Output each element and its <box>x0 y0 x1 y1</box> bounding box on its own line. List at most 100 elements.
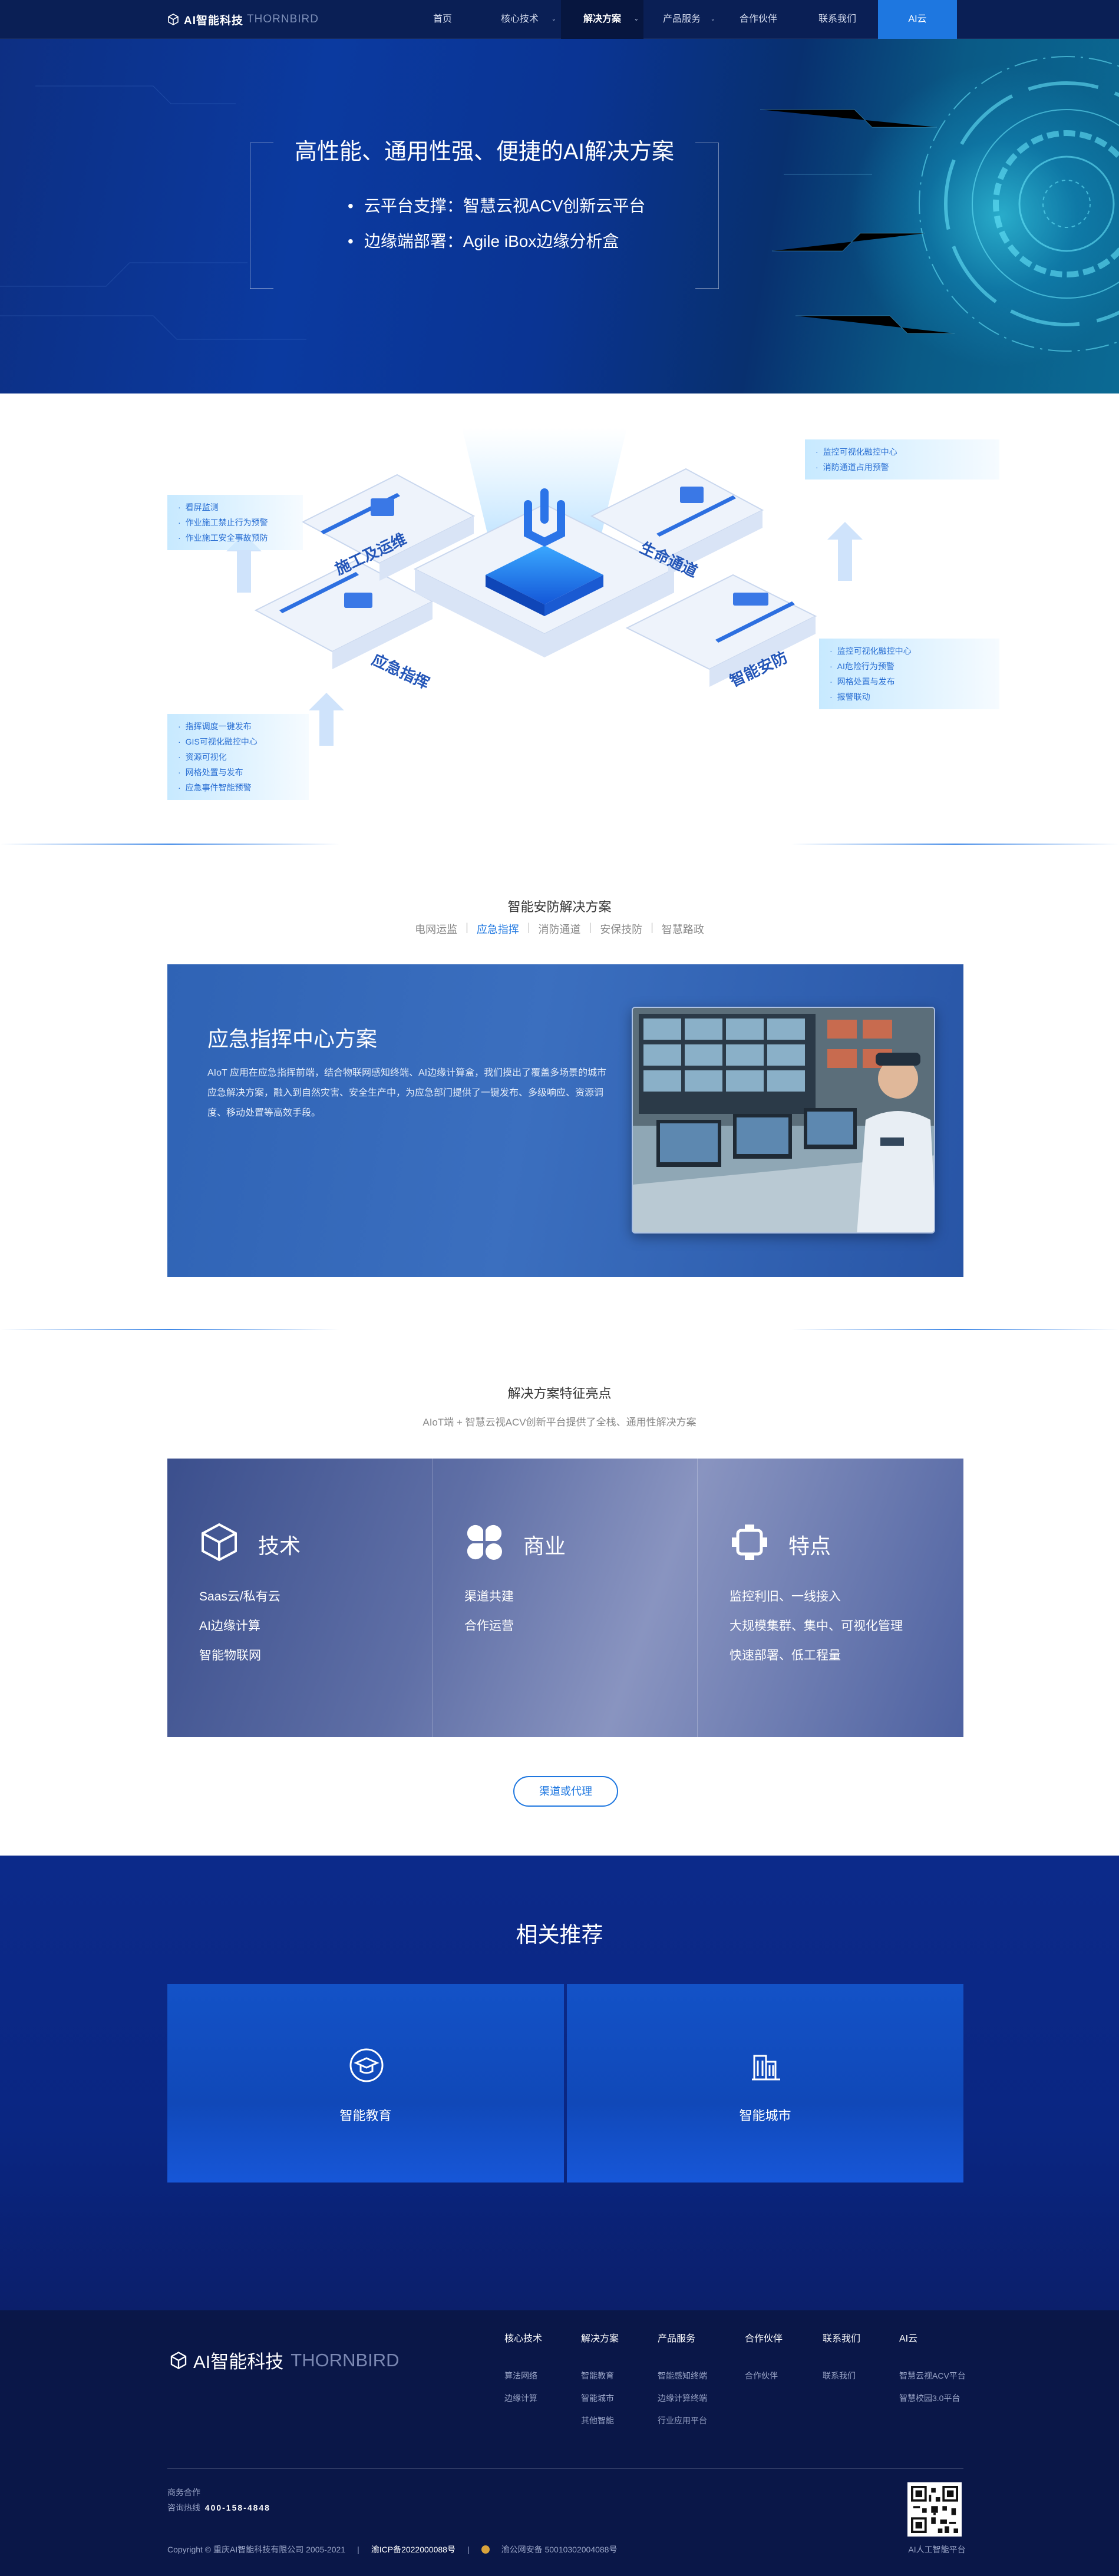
qr-code <box>907 2482 962 2537</box>
info-card-item: 报警联动 <box>830 689 989 705</box>
feature-title: 特点 <box>788 1534 831 1558</box>
nav-item-contact[interactable]: 联系我们 <box>797 0 878 39</box>
separator: | <box>467 2545 470 2554</box>
info-card-top-left: 看屏监测 作业施工禁止行为预警 作业施工安全事故预防 <box>167 495 303 550</box>
footer-link[interactable]: 智慧云视ACV平台 <box>899 2365 966 2387</box>
section-divider-left <box>0 844 339 845</box>
cube-icon <box>202 1523 237 1562</box>
footer-logo[interactable]: AI智能科技 THORNBIRD <box>170 2347 400 2373</box>
chevron-down-icon: ⌄ <box>633 16 639 22</box>
qr-code-icon <box>911 2486 958 2533</box>
hotline-label: 咨询热线 <box>167 2503 200 2512</box>
info-card-item: 作业施工安全事故预防 <box>178 530 292 545</box>
footer-col-title: 联系我们 <box>823 2334 861 2344</box>
chevron-down-icon: ⌄ <box>551 16 556 22</box>
footer-link[interactable]: 智能感知终端 <box>658 2365 707 2387</box>
footer: AI智能科技 THORNBIRD 核心技术 算法网络 边缘计算 解决方案 智能教… <box>0 2310 1119 2576</box>
solution-card-description: AIoT 应用在应急指挥前端，结合物联网感知终端、AI边缘计算盒，我们摸出了覆盖… <box>207 1068 607 1118</box>
section-divider-left <box>0 1329 339 1330</box>
footer-business-contact: 商务合作 咨询热线 400-158-4848 <box>167 2485 270 2515</box>
feature-item: 渠道共建 <box>464 1590 514 1603</box>
related-card-education[interactable]: 智能教育 <box>167 1984 564 2183</box>
nav-item-solutions[interactable]: 解决方案 ⌄ <box>561 0 643 39</box>
info-card-item: 消防通道占用预警 <box>816 459 989 475</box>
footer-copyright-row: Copyright © 重庆AI智能科技有限公司 2005-2021 | 渝IC… <box>167 2544 617 2555</box>
chevron-down-icon: ⌄ <box>710 16 715 22</box>
footer-link[interactable]: 边缘计算终端 <box>658 2387 707 2409</box>
footer-link[interactable]: 联系我们 <box>823 2365 860 2387</box>
info-card-bottom-right: 监控可视化融控中心 AI危险行为预警 网格处置与发布 报警联动 <box>819 639 999 709</box>
feature-column-business: 商业 渠道共建 合作运营 <box>433 1459 698 1737</box>
info-card-item: 监控可视化融控中心 <box>816 444 989 459</box>
feature-item: Saas云/私有云 <box>199 1590 280 1603</box>
related-card-label: 智能教育 <box>339 2108 392 2123</box>
business-label: 商务合作 <box>167 2488 200 2497</box>
footer-col-solutions: 解决方案 智能教育 智能城市 其他智能 <box>581 2330 619 2432</box>
feature-column-traits: 特点 监控利旧、一线接入 大规模集群、集中、可视化管理 快速部署、低工程量 <box>698 1459 963 1737</box>
hotline-number[interactable]: 400-158-4848 <box>205 2503 270 2512</box>
nav-item-core-tech[interactable]: 核心技术 ⌄ <box>478 0 561 39</box>
qr-caption: AI人工智能平台 <box>908 2545 966 2554</box>
channel-agent-button[interactable]: 渠道或代理 <box>513 1776 618 1807</box>
footer-col-title: 核心技术 <box>504 2334 543 2344</box>
hero-banner: 高性能、通用性强、便捷的AI解决方案 云平台支撑：智慧云视ACV创新云平台 边缘… <box>0 39 1119 393</box>
police-record-link[interactable]: 渝公网安备 50010302004088号 <box>501 2544 618 2555</box>
footer-link[interactable]: 边缘计算 <box>504 2387 542 2409</box>
clover-icon <box>467 1525 502 1560</box>
tab-power-grid[interactable]: 电网运监 <box>407 921 466 937</box>
control-room-image <box>633 1008 934 1232</box>
icp-link[interactable]: 渝ICP备2022000088号 <box>371 2544 455 2555</box>
nav-item-label: 产品服务 <box>662 14 701 24</box>
footer-col-partners: 合作伙伴 合作伙伴 <box>745 2330 783 2387</box>
feature-list: 渠道共建 合作运营 <box>464 1582 514 1641</box>
tab-emergency-command[interactable]: 应急指挥 <box>468 921 527 937</box>
feature-title: 技术 <box>258 1534 301 1558</box>
hero-text-frame: 高性能、通用性强、便捷的AI解决方案 云平台支撑：智慧云视ACV创新云平台 边缘… <box>250 137 719 289</box>
tab-fire-lane[interactable]: 消防通道 <box>530 921 589 937</box>
zone-label: 应急指挥 <box>369 650 432 693</box>
top-nav: AI智能科技 THORNBIRD 首页 核心技术 ⌄ 解决方案 ⌄ 产品服务 ⌄ 合作… <box>0 0 1119 39</box>
footer-link[interactable]: 合作伙伴 <box>745 2365 783 2387</box>
section-divider-right <box>791 844 1119 845</box>
solutions-title: 智能安防解决方案 <box>507 900 612 914</box>
footer-col-contact: 联系我们 联系我们 <box>823 2330 860 2387</box>
features-subtitle: AIoT端 + 智慧云视ACV创新平台提供了全栈、通用性解决方案 <box>422 1417 697 1428</box>
footer-divider <box>167 2468 963 2469</box>
info-card-item: 应急事件智能预警 <box>178 780 298 795</box>
footer-link[interactable]: 智能教育 <box>581 2365 619 2387</box>
info-card-top-right: 监控可视化融控中心 消防通道占用预警 <box>805 439 999 480</box>
feature-list: 监控利旧、一线接入 大规模集群、集中、可视化管理 快速部署、低工程量 <box>730 1582 903 1671</box>
feature-column-tech: 技术 Saas云/私有云 AI边缘计算 智能物联网 <box>167 1459 433 1737</box>
related-card-city[interactable]: 智能城市 <box>567 1984 963 2183</box>
brand-logo[interactable]: AI智能科技 THORNBIRD <box>167 12 319 27</box>
footer-col-title: 合作伙伴 <box>745 2334 783 2344</box>
nav-item-products[interactable]: 产品服务 ⌄ <box>643 0 720 39</box>
tab-road-admin[interactable]: 智慧路政 <box>653 921 712 937</box>
nav-item-label: 解决方案 <box>583 14 621 24</box>
nav-item-home[interactable]: 首页 <box>407 0 478 39</box>
education-icon <box>349 2048 384 2082</box>
related-card-label: 智能城市 <box>739 2108 791 2123</box>
footer-link[interactable]: 智能城市 <box>581 2387 619 2409</box>
footer-col-products: 产品服务 智能感知终端 边缘计算终端 行业应用平台 <box>658 2330 707 2432</box>
feature-item: 大规模集群、集中、可视化管理 <box>730 1619 903 1633</box>
info-card-item: 作业施工禁止行为预警 <box>178 515 292 530</box>
hero-bullets: 云平台支撑：智慧云视ACV创新云平台 边缘端部署：Agile iBox边缘分析盒 <box>348 189 646 259</box>
tab-security[interactable]: 安保技防 <box>592 921 651 937</box>
solution-card: 应急指挥中心方案 AIoT 应用在应急指挥前端，结合物联网感知终端、AI边缘计算… <box>167 964 963 1277</box>
info-card-item: 看屏监测 <box>178 500 292 515</box>
frame-icon <box>732 1525 767 1560</box>
tech-rings-graphic <box>760 56 1119 352</box>
nav-item-ai-cloud[interactable]: AI云 <box>878 0 957 39</box>
info-card-item: GIS可视化融控中心 <box>178 734 298 749</box>
hotline-row: 咨询热线 400-158-4848 <box>167 2500 270 2515</box>
nav-item-partners[interactable]: 合作伙伴 <box>720 0 797 39</box>
feature-item: 监控利旧、一线接入 <box>730 1590 841 1603</box>
footer-brand-name: AI智能科技 <box>193 2352 284 2372</box>
footer-link[interactable]: 其他智能 <box>581 2409 619 2432</box>
footer-link[interactable]: 智慧校园3.0平台 <box>899 2387 966 2409</box>
footer-link[interactable]: 算法网络 <box>504 2365 542 2387</box>
solution-tabs: 电网运监 | 应急指挥 | 消防通道 | 安保技防 | 智慧路政 <box>0 921 1119 937</box>
nav-menu: 首页 核心技术 ⌄ 解决方案 ⌄ 产品服务 ⌄ 合作伙伴 联系我们 AI云 <box>407 0 957 39</box>
footer-link[interactable]: 行业应用平台 <box>658 2409 707 2432</box>
